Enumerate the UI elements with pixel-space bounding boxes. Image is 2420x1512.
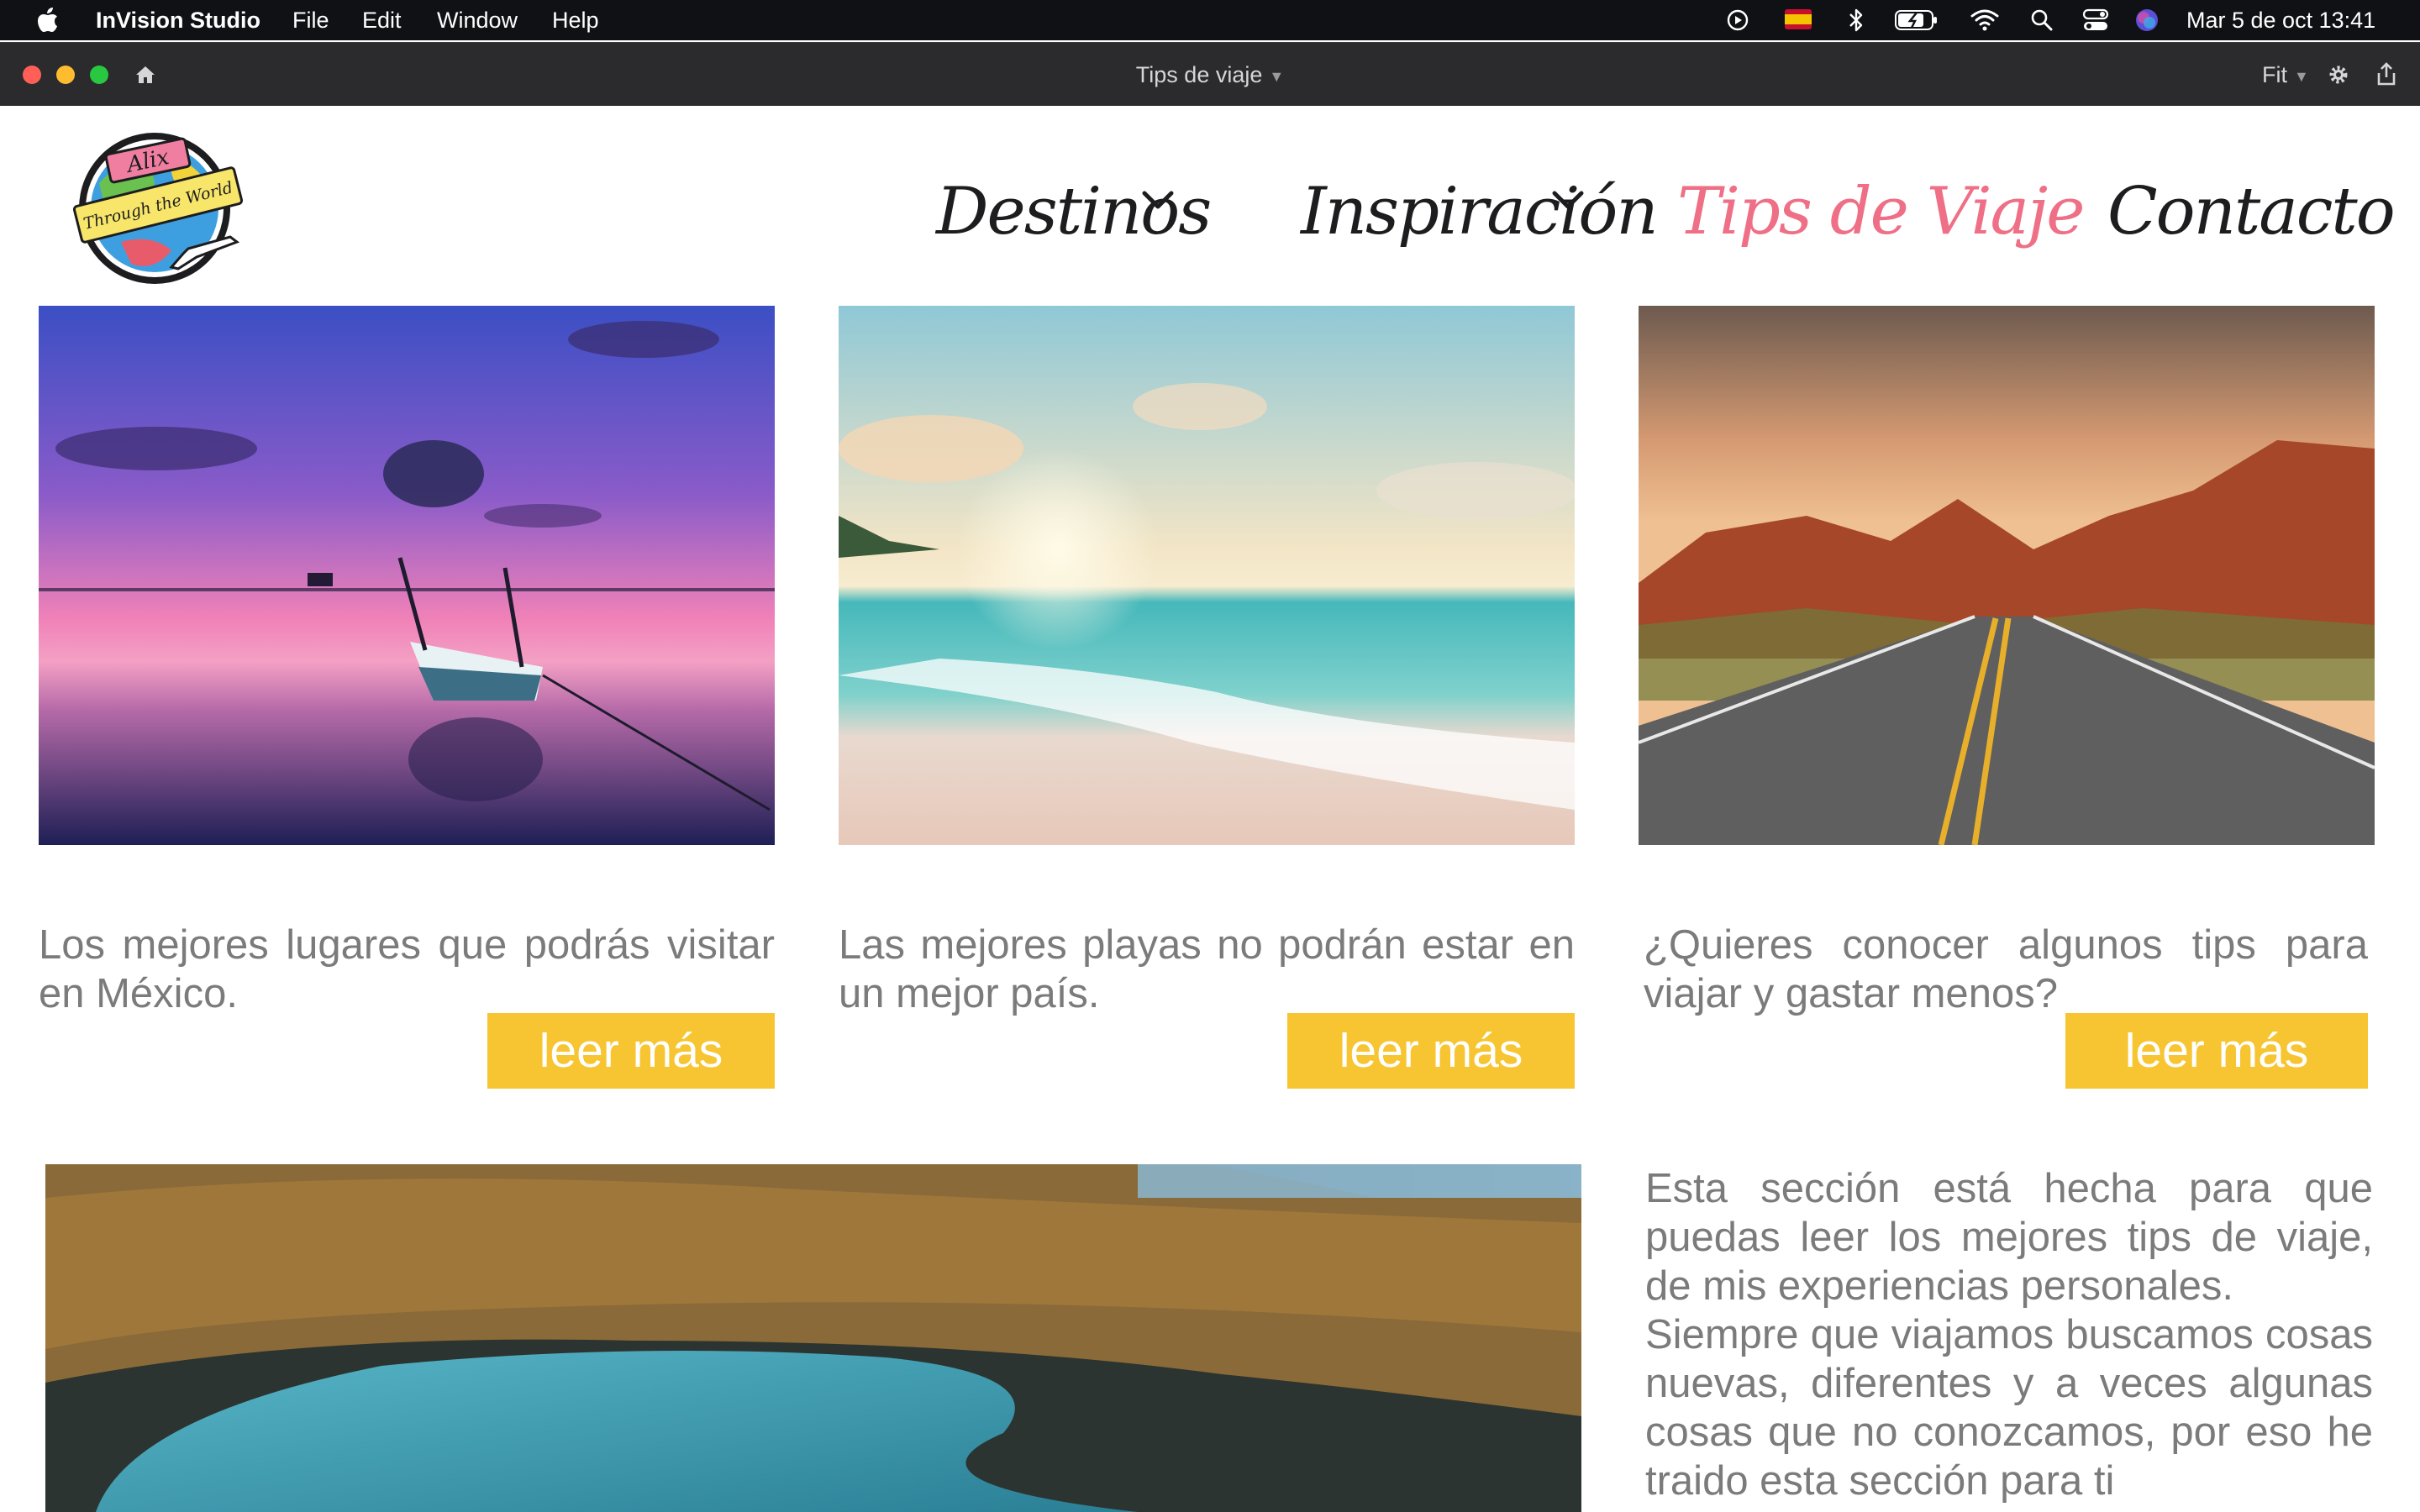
app-name-menu[interactable]: InVision Studio bbox=[96, 0, 260, 40]
nav-tips-de-viaje[interactable]: Tips de Viaje bbox=[1677, 161, 2085, 262]
section-description: Esta sección está hecha para que puedas … bbox=[1645, 1164, 2373, 1505]
menu-edit[interactable]: Edit bbox=[362, 0, 402, 40]
spotlight-search-icon[interactable] bbox=[2030, 8, 2054, 32]
card-2-text: Las mejores playas no podrán estar en un… bbox=[839, 922, 1575, 1016]
share-icon[interactable] bbox=[2375, 61, 2397, 87]
crater-lake-forest-photo[interactable] bbox=[45, 1164, 1581, 1512]
chevron-down-icon[interactable] bbox=[1551, 190, 1585, 210]
zoom-select[interactable]: Fit ▼ bbox=[2262, 43, 2309, 107]
design-canvas[interactable]: Alix Through the World Destinos Inspirac… bbox=[0, 106, 2420, 1512]
menu-help[interactable]: Help bbox=[552, 0, 599, 40]
beach-sunset-photo[interactable] bbox=[839, 306, 1575, 845]
card-3-text: ¿Quieres conocer algunos tips para viaja… bbox=[1644, 922, 2368, 1016]
chevron-down-icon: ▼ bbox=[1269, 67, 1285, 85]
apple-icon[interactable] bbox=[37, 8, 59, 33]
card-3-read-more-button[interactable]: leer más bbox=[2065, 1013, 2368, 1089]
document-title[interactable]: Tips de viaje ▼ bbox=[0, 43, 2420, 107]
control-center-icon[interactable] bbox=[2082, 8, 2109, 32]
menubar-clock[interactable]: Mar 5 de oct 13:41 bbox=[2186, 0, 2375, 40]
wifi-icon[interactable] bbox=[1970, 8, 1999, 31]
card-2-read-more-button[interactable]: leer más bbox=[1287, 1013, 1575, 1089]
bluetooth-icon[interactable] bbox=[1847, 7, 1865, 34]
nav-inspiracion[interactable]: Inspiración bbox=[1301, 161, 1659, 262]
section-paragraph-2: Siempre que viajamos buscamos cosas nuev… bbox=[1645, 1312, 2373, 1504]
desert-road-photo[interactable] bbox=[1639, 306, 2375, 845]
chevron-down-icon: ▼ bbox=[2294, 67, 2309, 85]
gear-icon[interactable] bbox=[2328, 64, 2349, 86]
chevron-down-icon[interactable] bbox=[1141, 190, 1175, 210]
siri-icon[interactable] bbox=[2135, 8, 2159, 32]
nav-contacto[interactable]: Contacto bbox=[2107, 161, 2396, 262]
site-logo[interactable]: Alix Through the World bbox=[71, 124, 249, 289]
spanish-flag-icon[interactable] bbox=[1785, 9, 1812, 29]
battery-icon[interactable] bbox=[1895, 10, 1939, 30]
zoom-label: Fit bbox=[2262, 62, 2287, 87]
menu-bar: InVision Studio File Edit Window Help Ma… bbox=[0, 0, 2420, 40]
window-title-bar: Tips de viaje ▼ Fit ▼ bbox=[0, 42, 2420, 107]
menu-file[interactable]: File bbox=[292, 0, 329, 40]
card-1-read-more-button[interactable]: leer más bbox=[487, 1013, 775, 1089]
card-1-text: Los mejores lugares que podrás visitar e… bbox=[39, 922, 775, 1016]
nav-destinos[interactable]: Destinos bbox=[936, 161, 1212, 262]
screen-recording-icon[interactable] bbox=[1727, 9, 1749, 31]
document-title-label: Tips de viaje bbox=[1135, 62, 1263, 87]
menu-window[interactable]: Window bbox=[437, 0, 518, 40]
section-paragraph-1: Esta sección está hecha para que puedas … bbox=[1645, 1166, 2373, 1309]
sunset-lake-boat-photo[interactable] bbox=[39, 306, 775, 845]
